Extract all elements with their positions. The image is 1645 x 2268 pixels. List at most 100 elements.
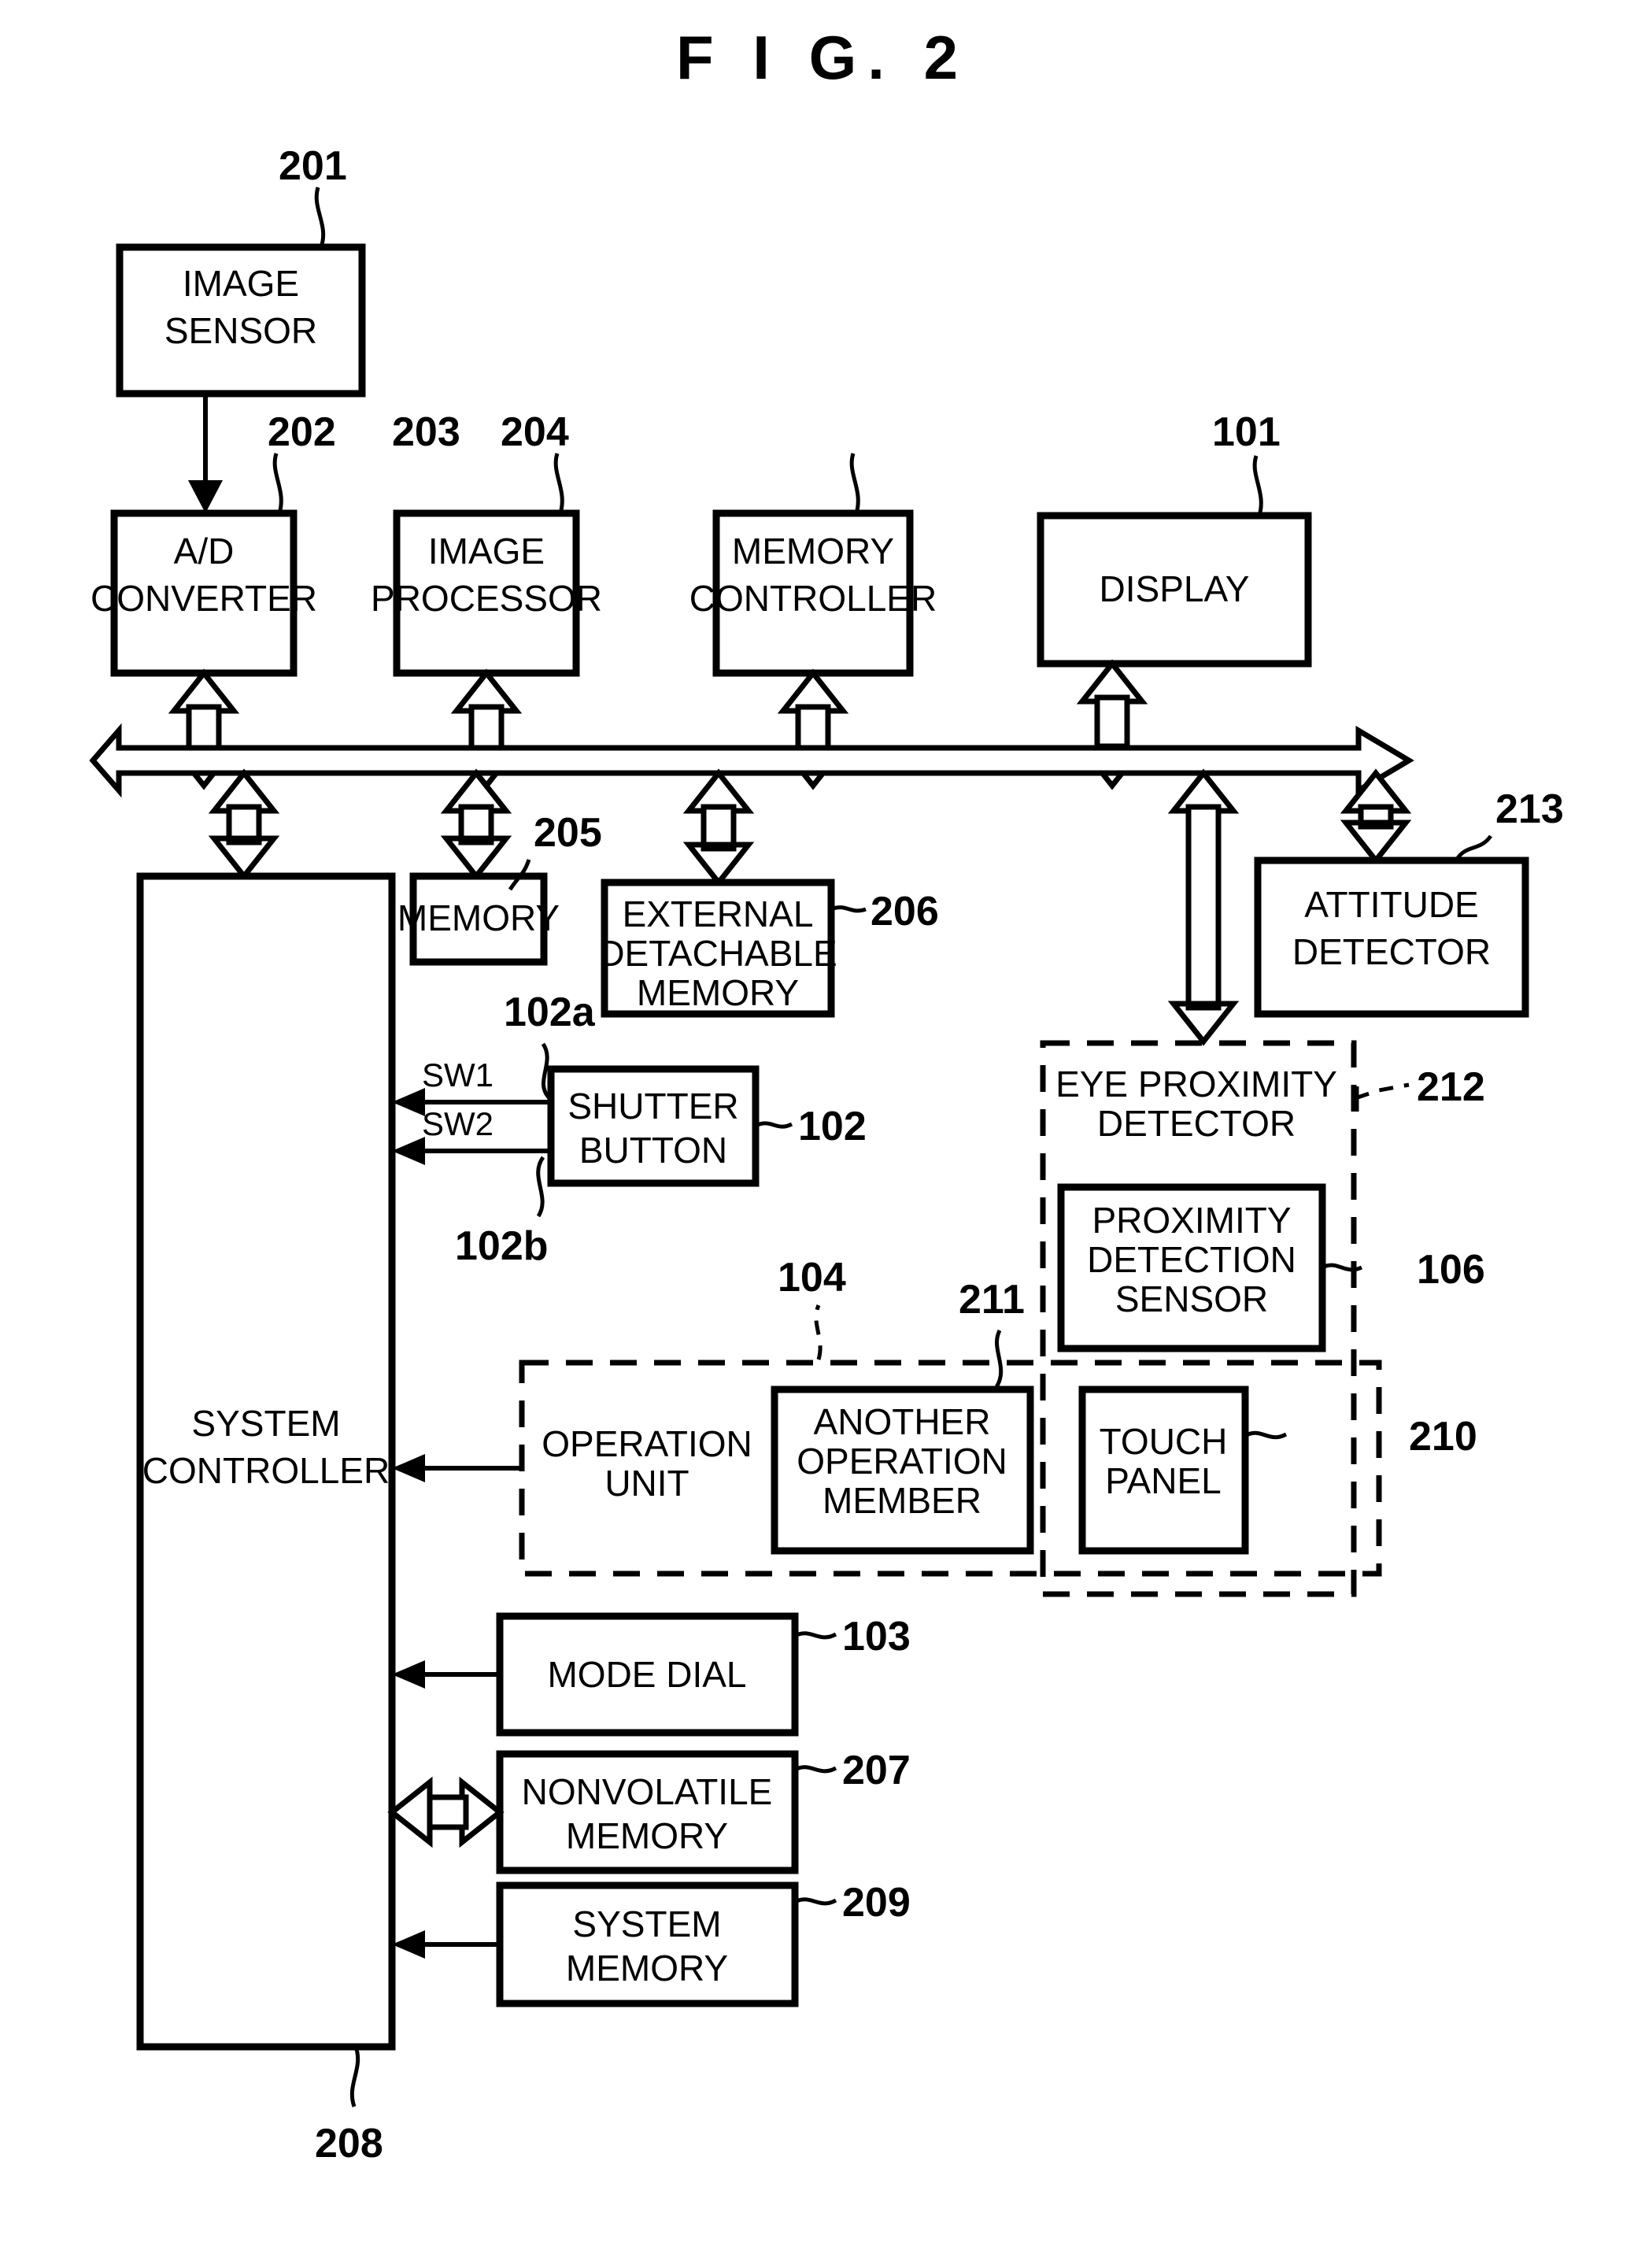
eye-proximity-detector-label-line2: DETECTOR [1097, 1103, 1296, 1144]
arrow-operation-unit-to-system-controller [392, 1454, 522, 1482]
ref-number-201: 201 [279, 143, 347, 189]
ad-converter-label-line2: CONVERTER [91, 578, 317, 619]
leader-203 [553, 453, 564, 514]
ref-number-104: 104 [778, 1255, 846, 1300]
ref-number-204: 204 [501, 409, 569, 455]
leader-212 [1355, 1082, 1410, 1101]
mode-dial-label-line1: MODE DIAL [547, 1654, 746, 1695]
arrow-system-memory-to-system-controller [392, 1930, 500, 1959]
connector-bus-memory [440, 768, 512, 881]
ref-number-209: 209 [842, 1880, 911, 1926]
proximity-sensor-label-line2: DETECTION [1087, 1239, 1296, 1280]
leader-202 [272, 453, 283, 514]
ref-number-106: 106 [1417, 1247, 1485, 1293]
ref-number-101: 101 [1212, 409, 1281, 455]
image-sensor-label-line1: IMAGE [183, 263, 299, 304]
memory-controller-label-line2: CONTROLLER [689, 578, 937, 619]
leader-206 [830, 905, 867, 913]
block-memory-controller: MEMORY CONTROLLER [689, 509, 937, 677]
block-ad-converter: A/D CONVERTER [91, 509, 317, 677]
another-operation-label-line1: ANOTHER [814, 1401, 991, 1442]
connector-system-controller-nonvolatile-memory [387, 1776, 505, 1848]
ref-number-213: 213 [1495, 786, 1564, 832]
ref-number-206: 206 [871, 889, 939, 934]
ref-number-202: 202 [268, 409, 336, 455]
label-sw2: SW2 [422, 1105, 494, 1142]
leader-204 [849, 453, 860, 514]
leader-211 [994, 1329, 1004, 1389]
block-system-controller: SYSTEM CONTROLLER [136, 872, 396, 2051]
memory-controller-label-line1: MEMORY [732, 531, 894, 572]
nonvolatile-memory-label-line2: MEMORY [566, 1815, 728, 1856]
leader-209 [793, 1897, 837, 1906]
block-attitude-detector: ATTITUDE DETECTOR [1254, 857, 1529, 1018]
figure-title: F I G. 2 [676, 23, 969, 92]
block-touch-panel: TOUCH PANEL [1078, 1386, 1249, 1555]
block-nonvolatile-memory: NONVOLATILE MEMORY [496, 1750, 799, 1874]
system-memory-label-line1: SYSTEM [572, 1904, 721, 1944]
connector-bus-system-controller [208, 768, 280, 881]
external-memory-label-line2: DETACHABLE [598, 933, 837, 974]
ref-number-103: 103 [842, 1614, 911, 1659]
ref-number-210: 210 [1409, 1414, 1477, 1460]
leader-207 [793, 1765, 837, 1774]
connector-bus-eye-proximity-detector [1167, 768, 1240, 1046]
display-label-line1: DISPLAY [1100, 568, 1250, 609]
external-memory-label-line3: MEMORY [637, 972, 799, 1013]
proximity-sensor-label-line1: PROXIMITY [1092, 1200, 1291, 1241]
touch-panel-label-line2: PANEL [1105, 1460, 1221, 1501]
another-operation-label-line3: MEMBER [823, 1480, 981, 1521]
attitude-detector-label-line2: DETECTOR [1292, 931, 1491, 972]
eye-proximity-detector-label-line1: EYE PROXIMITY [1055, 1064, 1337, 1104]
leader-103 [793, 1631, 837, 1640]
block-proximity-detection-sensor: PROXIMITY DETECTION SENSOR [1057, 1183, 1326, 1352]
operation-unit-label-line1: OPERATION [542, 1423, 752, 1464]
ref-number-102b: 102b [455, 1223, 549, 1269]
operation-unit-label-line2: UNIT [604, 1463, 689, 1504]
nonvolatile-memory-label-line1: NONVOLATILE [522, 1771, 773, 1812]
block-image-sensor: IMAGE SENSOR [116, 243, 366, 398]
ref-number-203: 203 [392, 409, 460, 455]
ref-number-205: 205 [534, 810, 602, 856]
block-shutter-button: SHUTTER BUTTON [547, 1065, 760, 1187]
block-external-detachable-memory: EXTERNAL DETACHABLE MEMORY [598, 879, 837, 1018]
block-another-operation-member: ANOTHER OPERATION MEMBER [771, 1386, 1034, 1555]
external-memory-label-line1: EXTERNAL [623, 894, 814, 934]
leader-208 [349, 2046, 360, 2107]
block-diagram-svg: F I G. 2 IMAGE SENSOR 201 A/D CONVERTER … [89, 23, 1564, 2166]
leader-102 [754, 1121, 793, 1129]
ref-number-102: 102 [798, 1104, 867, 1149]
ref-number-102a: 102a [504, 990, 596, 1035]
block-system-memory: SYSTEM MEMORY [496, 1881, 799, 2007]
image-processor-label-line1: IMAGE [428, 531, 545, 572]
block-memory: MEMORY [397, 872, 560, 966]
touch-panel-label-line1: TOUCH [1100, 1421, 1228, 1462]
leader-102b [536, 1156, 545, 1218]
another-operation-label-line2: OPERATION [797, 1441, 1007, 1482]
block-image-processor: IMAGE PROCESSOR [371, 509, 602, 677]
leader-213 [1454, 834, 1493, 862]
ref-number-212: 212 [1417, 1064, 1485, 1110]
proximity-sensor-label-line3: SENSOR [1115, 1278, 1268, 1319]
block-mode-dial: MODE DIAL [496, 1612, 799, 1737]
arrow-mode-dial-to-system-controller [392, 1660, 500, 1689]
system-controller-label-line1: SYSTEM [191, 1403, 340, 1444]
block-display: DISPLAY [1037, 512, 1312, 668]
system-memory-label-line2: MEMORY [566, 1948, 728, 1989]
image-processor-label-line2: PROCESSOR [371, 578, 602, 619]
arrow-sensor-to-adc [188, 394, 223, 513]
leader-101 [1252, 455, 1263, 516]
shutter-button-label-line1: SHUTTER [567, 1086, 738, 1127]
leader-104 [814, 1304, 823, 1360]
ref-number-208: 208 [315, 2121, 383, 2166]
leader-201 [314, 187, 326, 248]
attitude-detector-label-line1: ATTITUDE [1304, 884, 1478, 925]
shutter-button-label-line2: BUTTON [579, 1130, 727, 1171]
leader-210 [1244, 1430, 1288, 1440]
image-sensor-label-line2: SENSOR [164, 310, 317, 351]
connector-bus-attitude-detector [1340, 768, 1412, 865]
ref-number-207: 207 [842, 1748, 911, 1793]
system-controller-label-line2: CONTROLLER [142, 1450, 390, 1491]
memory-label-line1: MEMORY [397, 897, 560, 938]
connector-bus-external-memory [682, 768, 755, 887]
